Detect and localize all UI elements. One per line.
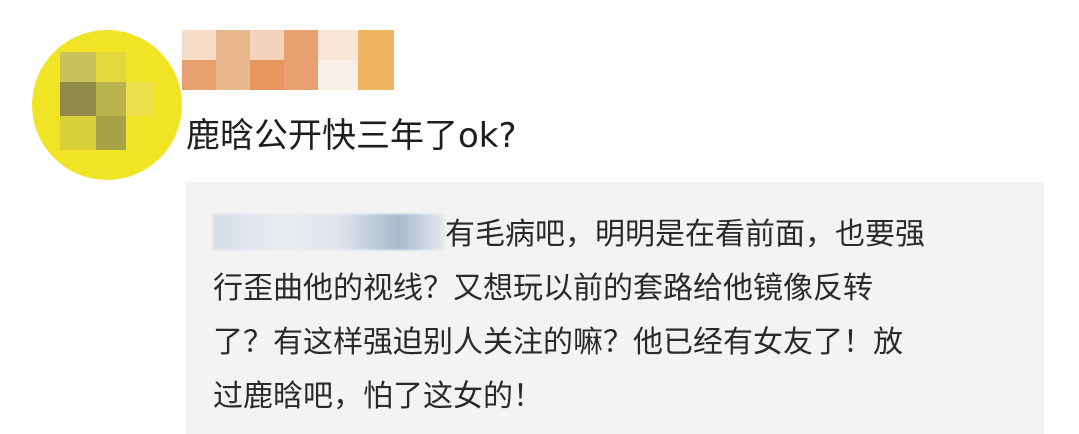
user-avatar[interactable] <box>32 30 182 180</box>
avatar-mosaic-block <box>96 116 126 150</box>
avatar-mosaic-block <box>96 52 126 82</box>
censored-username <box>213 214 445 250</box>
quoted-line-3: 了？有这样强迫别人关注的嘛？他已经有女友了！放 <box>213 325 903 360</box>
mosaic-block <box>182 60 216 90</box>
mosaic-block <box>358 30 394 90</box>
quoted-line-4: 过鹿晗吧，怕了这女的！ <box>213 379 543 414</box>
mosaic-block <box>284 30 318 90</box>
quoted-line-1: 有毛病吧，明明是在看前面，也要强 <box>213 208 1013 262</box>
mosaic-block <box>216 30 250 90</box>
quoted-line-1-text: 有毛病吧，明明是在看前面，也要强 <box>445 217 925 252</box>
avatar-mosaic-block <box>60 52 96 82</box>
avatar-mosaic-block <box>60 82 96 116</box>
mosaic-block <box>318 60 358 90</box>
comment-body: 鹿晗公开快三年了ok? <box>186 116 517 156</box>
comment-screenshot: 鹿晗公开快三年了ok? 有毛病吧，明明是在看前面，也要强 行歪曲他的视线？又想玩… <box>0 0 1079 434</box>
quoted-line-2: 行歪曲他的视线？又想玩以前的套路给他镜像反转 <box>213 271 873 306</box>
avatar-mosaic-block <box>60 116 96 150</box>
avatar-mosaic-block <box>126 82 154 116</box>
avatar-mosaic-block <box>96 82 126 116</box>
quoted-reply-text: 有毛病吧，明明是在看前面，也要强 行歪曲他的视线？又想玩以前的套路给他镜像反转 … <box>213 208 1013 424</box>
mosaic-block <box>250 60 284 90</box>
username-censored[interactable] <box>182 30 394 90</box>
